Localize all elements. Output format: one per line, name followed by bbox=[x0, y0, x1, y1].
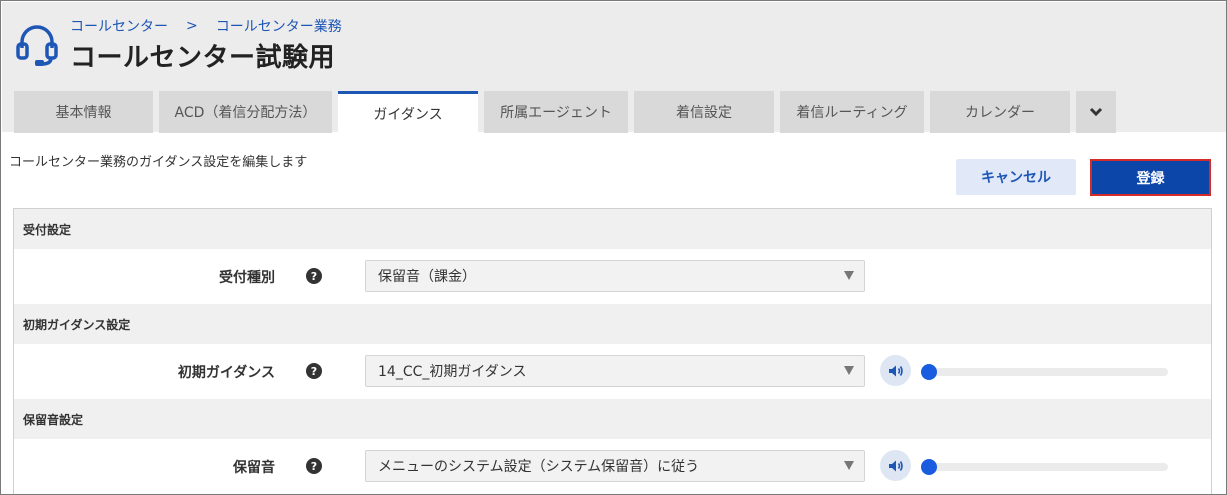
save-button[interactable]: 登録 bbox=[1090, 159, 1211, 196]
section-header-hold-music: 保留音設定 bbox=[14, 399, 1211, 439]
help-icon[interactable]: ? bbox=[306, 268, 322, 284]
field-label: 保留音 bbox=[233, 460, 275, 476]
tab-incoming-settings[interactable]: 着信設定 bbox=[634, 91, 774, 133]
settings-row-initial-guidance: 初期ガイダンス ? 14_CC_初期ガイダンス bbox=[14, 344, 1211, 399]
audio-play-button[interactable] bbox=[880, 450, 911, 481]
volume-slider-thumb[interactable] bbox=[921, 459, 937, 475]
settings-row-hold-music: 保留音 ? メニューのシステム設定（システム保留音）に従う bbox=[14, 439, 1211, 494]
settings-row-reception-type: 受付種別 ? 保留音（課金） bbox=[14, 249, 1211, 304]
page-title: コールセンター試験用 bbox=[70, 43, 336, 73]
speaker-icon bbox=[888, 365, 903, 376]
section-header-initial-guidance: 初期ガイダンス設定 bbox=[14, 304, 1211, 344]
volume-slider[interactable] bbox=[921, 459, 1168, 475]
breadcrumb: コールセンター > コールセンター業務 bbox=[70, 16, 342, 36]
select-value: 14_CC_初期ガイダンス bbox=[378, 364, 527, 380]
field-label: 初期ガイダンス bbox=[177, 365, 275, 381]
breadcrumb-separator: > bbox=[186, 18, 198, 34]
breadcrumb-item-callcenter[interactable]: コールセンター bbox=[70, 16, 168, 36]
headset-icon bbox=[16, 25, 58, 66]
tab-guidance[interactable]: ガイダンス bbox=[338, 91, 478, 133]
tab-calendar[interactable]: カレンダー bbox=[930, 91, 1070, 133]
caret-down-icon bbox=[844, 461, 854, 470]
field-label: 受付種別 bbox=[219, 270, 275, 286]
caret-down-icon bbox=[844, 271, 854, 280]
hold-music-select[interactable]: メニューのシステム設定（システム保留音）に従う bbox=[365, 450, 865, 482]
tabs-more-button[interactable] bbox=[1076, 91, 1116, 133]
speaker-icon bbox=[888, 460, 903, 471]
chevron-down-icon bbox=[1089, 107, 1103, 117]
page-header: コールセンター > コールセンター業務 コールセンター試験用 基本情報 ACD（… bbox=[2, 2, 1226, 133]
tab-incoming-routing[interactable]: 着信ルーティング bbox=[780, 91, 924, 133]
breadcrumb-item-callcenter-business[interactable]: コールセンター業務 bbox=[216, 16, 342, 36]
caret-down-icon bbox=[844, 366, 854, 375]
audio-play-button[interactable] bbox=[880, 355, 911, 386]
page-description: コールセンター業務のガイダンス設定を編集します bbox=[9, 155, 308, 170]
select-value: 保留音（課金） bbox=[378, 269, 476, 285]
cancel-button[interactable]: キャンセル bbox=[956, 159, 1076, 195]
reception-type-select[interactable]: 保留音（課金） bbox=[365, 260, 865, 292]
help-icon[interactable]: ? bbox=[306, 458, 322, 474]
help-icon[interactable]: ? bbox=[306, 363, 322, 379]
tab-acd[interactable]: ACD（着信分配方法） bbox=[159, 91, 332, 133]
volume-slider-thumb[interactable] bbox=[921, 364, 937, 380]
tab-basic-info[interactable]: 基本情報 bbox=[14, 91, 153, 133]
section-header-reception: 受付設定 bbox=[14, 209, 1211, 249]
initial-guidance-select[interactable]: 14_CC_初期ガイダンス bbox=[365, 355, 865, 387]
app-frame: コールセンター > コールセンター業務 コールセンター試験用 基本情報 ACD（… bbox=[0, 0, 1227, 495]
tab-agents[interactable]: 所属エージェント bbox=[484, 91, 628, 133]
select-value: メニューのシステム設定（システム保留音）に従う bbox=[378, 459, 700, 475]
volume-slider[interactable] bbox=[921, 364, 1168, 380]
settings-panel: 受付設定 受付種別 ? 保留音（課金） 初期ガイダンス設定 初期ガイダンス ? … bbox=[13, 208, 1212, 494]
